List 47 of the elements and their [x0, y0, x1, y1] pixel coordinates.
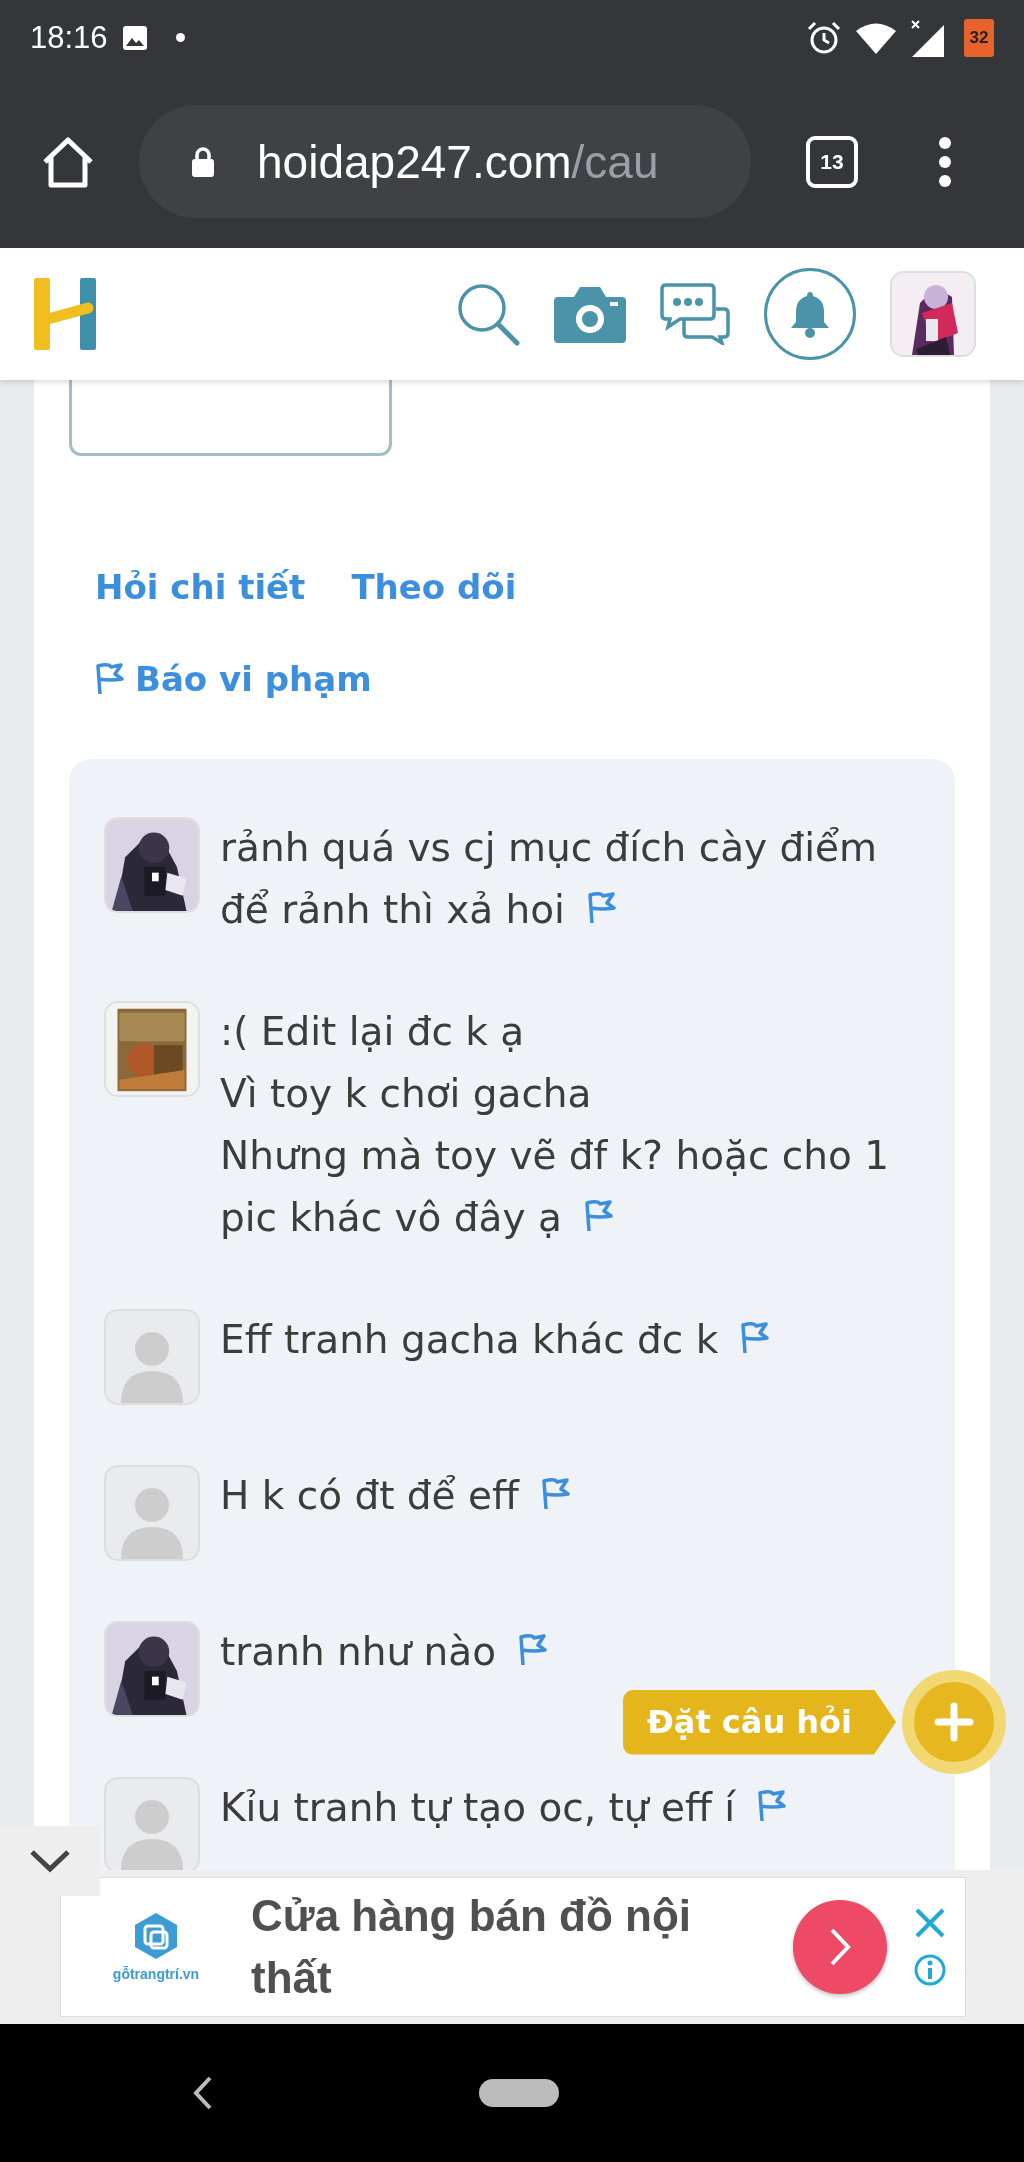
search-icon[interactable]: [456, 282, 520, 346]
lock-icon: [191, 145, 215, 178]
chevron-right-icon: [828, 1927, 852, 1967]
notification-dot: [175, 33, 185, 42]
comment-text: Eff tranh gacha khác đc k: [220, 1309, 771, 1371]
comment-text: rảnh quá vs cj mục đích cày điểm để rảnh thì xả hoi: [220, 824, 878, 934]
report-flag-icon[interactable]: [586, 891, 617, 925]
ask-question-button[interactable]: Đặt câu hỏi: [623, 1689, 897, 1755]
report-flag-icon[interactable]: [518, 1633, 549, 1667]
home-button[interactable]: [479, 2079, 559, 2107]
action-link[interactable]: Theo dõi: [351, 567, 517, 607]
image-icon: [121, 24, 148, 51]
chat-icon[interactable]: [660, 283, 730, 345]
ad-headline: Cửa hàng bán đồ nội thất: [251, 1890, 693, 2004]
info-icon[interactable]: [913, 1953, 947, 1987]
menu-icon[interactable]: [938, 136, 952, 187]
wifi-icon: [856, 21, 896, 54]
notification-button[interactable]: [764, 268, 856, 360]
collapse-button[interactable]: [0, 1826, 100, 1896]
logo-icon[interactable]: [34, 278, 98, 350]
ad-open-button[interactable]: [793, 1900, 887, 1994]
back-icon[interactable]: [192, 2075, 214, 2111]
url-text: hoidap247.com/cau: [257, 134, 659, 189]
bell-icon: [789, 290, 831, 338]
camera-icon[interactable]: [554, 285, 626, 343]
brand-logo-icon: [133, 1912, 179, 1960]
address-bar[interactable]: hoidap247.com/cau: [139, 105, 751, 218]
alarm-icon: [806, 19, 842, 56]
report-flag-icon[interactable]: [540, 1477, 571, 1511]
report-flag-icon[interactable]: [583, 1199, 614, 1233]
chevron-down-icon: [29, 1849, 71, 1873]
tab-count-button[interactable]: 13: [806, 135, 858, 188]
report-flag-icon[interactable]: [740, 1321, 771, 1355]
brand-name: gỗtrangtrí.vn: [112, 1966, 200, 1982]
battery-level: 32: [964, 18, 994, 57]
action-link[interactable]: Hỏi chi tiết: [95, 567, 306, 607]
ad-banner[interactable]: gỗtrangtrí.vn Cửa hàng bán đồ nội thất: [60, 1877, 966, 2017]
clock-time: 18:16: [30, 19, 108, 56]
flag-icon: [95, 662, 125, 696]
plus-icon: [934, 1702, 975, 1742]
comment-text: tranh như nào: [220, 1621, 549, 1683]
report-link[interactable]: Báo vi phạm: [135, 659, 372, 699]
comment-text: H k có đt để eff: [220, 1465, 571, 1527]
comment-text: :( Edit lại đc k ạ Vì toy k chơi gacha Nhưng mà toy vẽ đf k? hoặc cho 1 pic khác vô đây ạ: [220, 1008, 889, 1242]
comment-text: Kỉu tranh tự tạo oc, tự eff í: [220, 1777, 788, 1839]
close-icon[interactable]: [914, 1907, 946, 1939]
report-flag-icon[interactable]: [757, 1789, 788, 1823]
